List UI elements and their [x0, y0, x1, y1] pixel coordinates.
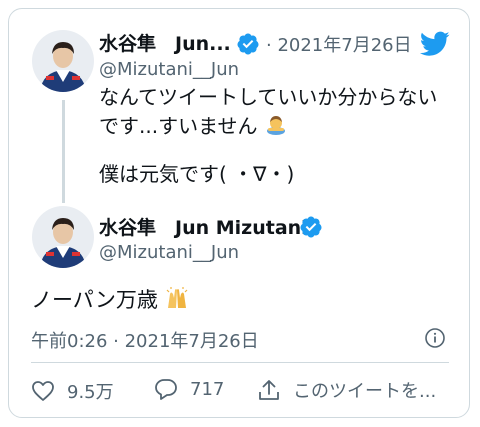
- heart-icon: [32, 381, 54, 401]
- reply-bubble-icon: [155, 379, 177, 400]
- avatar[interactable]: [32, 206, 94, 268]
- tweet-embed-card[interactable]: 水谷隼 Jun... · 2021年7月26日 @Mizutani__Jun な…: [8, 8, 470, 418]
- divider: [31, 362, 449, 363]
- thread-connector-line: [62, 100, 65, 203]
- reply-button[interactable]: 717: [154, 378, 224, 400]
- like-button[interactable]: 9.5万: [31, 378, 114, 404]
- share-label: このツイートを...: [293, 381, 437, 402]
- avatar[interactable]: [32, 30, 94, 92]
- bowing-person-emoji-icon: [266, 116, 285, 135]
- display-name[interactable]: 水谷隼 Jun Mizutani: [99, 213, 308, 240]
- verified-badge-icon: [300, 216, 322, 238]
- tweet-text-body: ノーパン万歳: [31, 288, 158, 312]
- tweet-text-line-1: なんてツイートしていいか分からない: [99, 85, 438, 109]
- verified-badge-icon: [237, 33, 259, 55]
- tweet-text: ノーパン万歳: [31, 286, 189, 315]
- user-handle[interactable]: @Mizutani__Jun: [99, 59, 239, 80]
- display-name[interactable]: 水谷隼 Jun...: [99, 29, 231, 56]
- tweet-date[interactable]: · 2021年7月26日: [266, 31, 412, 57]
- twitter-bird-icon[interactable]: [420, 31, 450, 57]
- tweet-timestamp[interactable]: 午前0:26 · 2021年7月26日: [31, 327, 259, 353]
- raising-hands-emoji-icon: [166, 287, 187, 308]
- tweet-text-line-2: です...すいません: [99, 112, 288, 141]
- tweet-text-line-3: 僕は元気です( ・∇・): [99, 162, 295, 186]
- like-count: 9.5万: [67, 382, 114, 403]
- info-icon[interactable]: [424, 327, 446, 349]
- share-icon: [259, 380, 279, 400]
- user-handle[interactable]: @Mizutani__Jun: [99, 242, 239, 263]
- tweet-text-line-2-text: です...すいません: [99, 114, 258, 138]
- share-button[interactable]: このツイートを...: [257, 377, 436, 403]
- reply-count: 717: [190, 378, 225, 400]
